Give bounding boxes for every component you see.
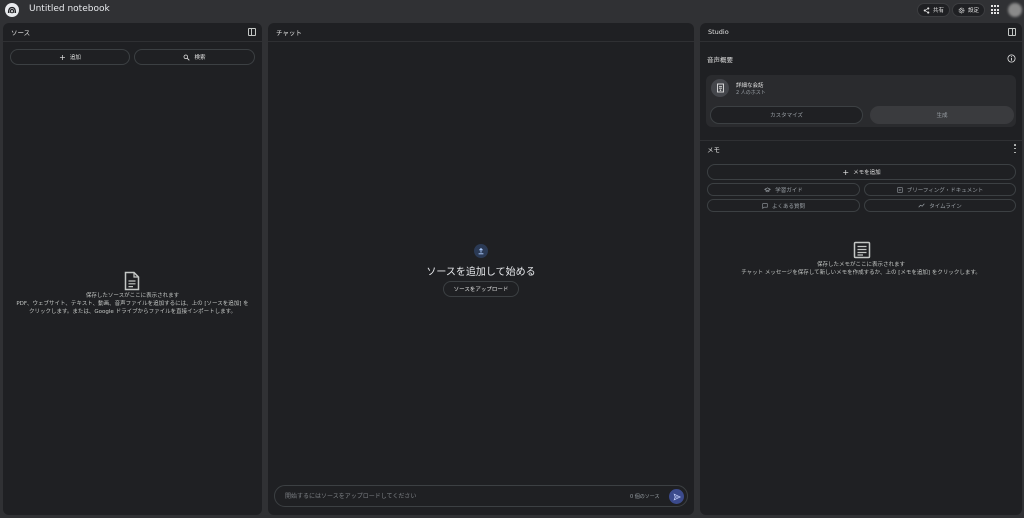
study-guide-label: 学習ガイド xyxy=(775,187,803,194)
plus-icon: + xyxy=(59,52,66,62)
briefing-document-icon xyxy=(897,186,903,193)
send-button[interactable] xyxy=(669,489,684,504)
add-source-button[interactable]: + 追加 xyxy=(10,49,130,65)
settings-label: 設定 xyxy=(968,8,980,14)
chat-input[interactable] xyxy=(285,490,615,503)
avatar[interactable] xyxy=(1008,3,1022,17)
notes-heading: メモ xyxy=(707,146,720,154)
plus-icon: + xyxy=(842,167,850,177)
search-sources-button[interactable]: 検索 xyxy=(134,49,255,65)
collapse-panel-icon[interactable] xyxy=(248,28,256,36)
notes-empty-line: チャット メッセージを保存して新しいメモを作成するか、上の [メモを追加] をク… xyxy=(741,270,981,276)
settings-button[interactable]: 設定 xyxy=(952,3,986,17)
sources-title: ソース xyxy=(11,29,31,37)
upload-source-button[interactable]: ソースをアップロード xyxy=(443,281,519,297)
notebooklm-logo-icon[interactable] xyxy=(5,3,19,17)
notes-list-icon xyxy=(853,241,871,259)
audio-document-icon xyxy=(711,79,729,97)
upload-icon xyxy=(474,244,488,258)
gear-icon xyxy=(958,7,965,13)
search-sources-label: 検索 xyxy=(194,55,206,61)
customize-label: カスタマイズ xyxy=(770,113,803,119)
add-note-label: メモを追加 xyxy=(853,170,881,176)
faq-chat-icon xyxy=(762,202,768,209)
chat-input-box: 0 個のソース xyxy=(274,485,688,507)
source-count: 0 個のソース xyxy=(630,494,660,500)
generate-label: 生成 xyxy=(936,113,948,119)
faq-label: よくある質問 xyxy=(771,203,805,210)
timeline-label: タイムライン xyxy=(929,203,962,210)
share-icon xyxy=(923,6,930,14)
generate-button[interactable]: 生成 xyxy=(870,106,1014,124)
faq-button[interactable]: よくある質問 xyxy=(707,199,860,212)
divider xyxy=(700,140,1022,141)
share-label: 共有 xyxy=(933,8,945,14)
sources-empty-title: 保存したソースがここに表示されます xyxy=(85,293,180,299)
add-source-label: 追加 xyxy=(69,55,81,61)
audio-card-title: 詳細な会話 xyxy=(736,83,764,89)
chat-empty-heading: ソースを追加して始める xyxy=(426,267,536,278)
notebook-title[interactable]: Untitled notebook xyxy=(29,4,110,14)
graduation-cap-icon xyxy=(764,187,772,192)
study-guide-button[interactable]: 学習ガイド xyxy=(707,183,860,196)
timeline-icon xyxy=(918,203,925,208)
share-button[interactable]: 共有 xyxy=(917,3,951,17)
chat-title: チャット xyxy=(276,29,302,37)
collapse-panel-icon[interactable] xyxy=(1008,28,1016,36)
briefing-doc-button[interactable]: ブリーフィング・ドキュメント xyxy=(864,183,1016,196)
notes-empty-title: 保存したメモがここに表示されます xyxy=(816,262,905,268)
audio-overview-heading: 音声概要 xyxy=(707,56,733,64)
disclaimer-text xyxy=(268,514,694,518)
briefing-doc-label: ブリーフィング・ドキュメント xyxy=(906,187,984,194)
top-bar: Untitled notebook 共有 設定 xyxy=(0,0,1024,20)
document-icon xyxy=(124,271,140,291)
upload-source-label: ソースをアップロード xyxy=(453,287,509,293)
timeline-button[interactable]: タイムライン xyxy=(864,199,1016,212)
studio-title: Studio xyxy=(708,28,729,36)
customize-button[interactable]: カスタマイズ xyxy=(710,106,863,124)
sources-panel: ソース xyxy=(3,23,262,515)
send-icon xyxy=(673,493,681,500)
audio-card-subtitle: 2 人のホスト xyxy=(736,90,766,96)
more-options-icon[interactable] xyxy=(1013,144,1017,153)
apps-grid-icon[interactable] xyxy=(991,5,1001,15)
sources-empty-line2: クリックします。または、Google ドライブからファイルを直接インポートします… xyxy=(28,309,237,315)
info-icon[interactable] xyxy=(1007,54,1016,63)
add-note-button[interactable]: + メモを追加 xyxy=(707,164,1016,180)
sources-empty-line1: PDF、ウェブサイト、テキスト、動画、音声ファイルを追加するには、上の [ソース… xyxy=(16,301,249,307)
search-sparkle-icon xyxy=(184,54,191,61)
